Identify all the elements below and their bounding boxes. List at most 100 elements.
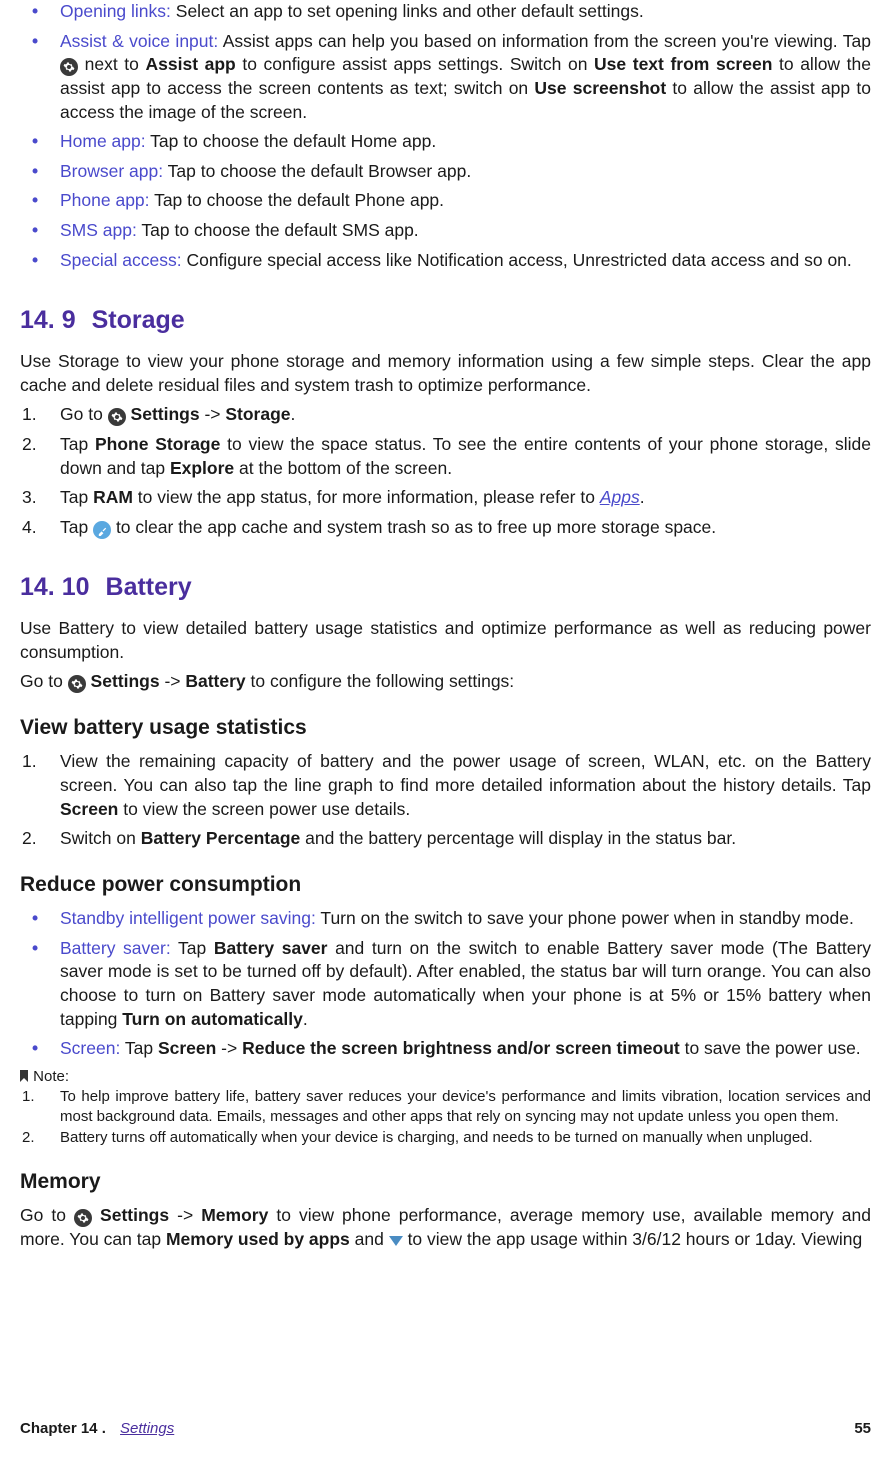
list-item: Assist & voice input: Assist apps can he…: [20, 30, 871, 125]
body-text: to save the power use.: [680, 1038, 861, 1058]
list-item: Special access: Configure special access…: [20, 249, 871, 273]
memory-para: Go to Settings -> Memory to view phone p…: [20, 1204, 871, 1251]
body-text: View the remaining capacity of battery a…: [60, 751, 871, 795]
list-item: SMS app: Tap to choose the default SMS a…: [20, 219, 871, 243]
section-title: Storage: [92, 306, 185, 334]
step-item: View the remaining capacity of battery a…: [20, 750, 871, 821]
body-text: .: [303, 1009, 308, 1029]
bold-ram: RAM: [93, 487, 133, 507]
body-text: at the bottom of the screen.: [234, 458, 452, 478]
body-text: Tap: [60, 517, 93, 537]
body-text: Tap: [60, 487, 93, 507]
body-text: Turn on the switch to save your phone po…: [316, 908, 854, 928]
body-text: and the battery percentage will display …: [300, 828, 736, 848]
bold-settings: Settings: [86, 671, 160, 691]
dropdown-icon: [389, 1236, 403, 1246]
body-text: Configure special access like Notificati…: [182, 250, 852, 270]
bold-turn-on-auto: Turn on automatically: [122, 1009, 303, 1029]
body-text: Go to: [20, 1205, 74, 1225]
body-text: Select an app to set opening links and o…: [171, 1, 644, 21]
bold-use-screenshot: Use screenshot: [534, 78, 666, 98]
bold-settings: Settings: [92, 1205, 169, 1225]
section-storage-heading: 14. 9 Storage: [20, 304, 871, 338]
section-number: 14. 10: [20, 573, 90, 601]
note-list: To help improve battery life, battery sa…: [20, 1087, 871, 1148]
body-text: to view the app usage within 3/6/12 hour…: [403, 1229, 863, 1249]
view-stats-list: View the remaining capacity of battery a…: [20, 750, 871, 851]
page-footer: Chapter 14 . Settings 55: [20, 1419, 871, 1439]
step-item: Go to Settings -> Storage.: [20, 403, 871, 427]
body-text: to clear the app cache and system trash …: [111, 517, 716, 537]
term-special-access: Special access:: [60, 250, 182, 270]
body-text: to view the app status, for more informa…: [133, 487, 600, 507]
storage-intro: Use Storage to view your phone storage a…: [20, 350, 871, 397]
section-number: 14. 9: [20, 306, 76, 334]
body-text: Tap: [60, 434, 95, 454]
body-text: ->: [169, 1205, 201, 1225]
body-text: Tap to choose the default Home app.: [146, 131, 437, 151]
page-number: 55: [854, 1419, 871, 1439]
step-item: Tap RAM to view the app status, for more…: [20, 486, 871, 510]
body-text: Tap: [120, 1038, 158, 1058]
term-home-app: Home app:: [60, 131, 146, 151]
reduce-power-list: Standby intelligent power saving: Turn o…: [20, 907, 871, 1061]
list-item: Standby intelligent power saving: Turn o…: [20, 907, 871, 931]
bold-phone-storage: Phone Storage: [95, 434, 220, 454]
section-battery-heading: 14. 10Battery: [20, 571, 871, 605]
gear-icon: [60, 58, 78, 76]
bold-settings: Settings: [126, 404, 200, 424]
bold-memory: Memory: [201, 1205, 268, 1225]
body-text: ->: [200, 404, 226, 424]
list-item: Screen: Tap Screen -> Reduce the screen …: [20, 1037, 871, 1061]
body-text: Tap to choose the default SMS app.: [137, 220, 419, 240]
link-apps[interactable]: Apps: [600, 487, 640, 507]
bold-battery: Battery: [185, 671, 245, 691]
step-item: Tap Phone Storage to view the space stat…: [20, 433, 871, 480]
note-label: Note:: [20, 1067, 871, 1087]
term-standby-saving: Standby intelligent power saving:: [60, 908, 316, 928]
list-item: Browser app: Tap to choose the default B…: [20, 160, 871, 184]
chapter-label: Chapter 14 .: [20, 1420, 106, 1437]
bold-screen: Screen: [158, 1038, 216, 1058]
broom-icon: [93, 521, 111, 539]
bookmark-icon: [20, 1070, 29, 1082]
bold-screen: Screen: [60, 799, 118, 819]
bold-battery-saver: Battery saver: [214, 938, 328, 958]
body-text: Tap: [171, 938, 214, 958]
term-phone-app: Phone app:: [60, 190, 150, 210]
body-text: Tap to choose the default Browser app.: [163, 161, 471, 181]
term-battery-saver: Battery saver:: [60, 938, 171, 958]
subheading-reduce-power: Reduce power consumption: [20, 871, 871, 899]
body-text: next to: [78, 54, 146, 74]
bold-assist-app: Assist app: [146, 54, 236, 74]
bold-memory-used: Memory used by apps: [166, 1229, 350, 1249]
bold-explore: Explore: [170, 458, 234, 478]
list-item: Phone app: Tap to choose the default Pho…: [20, 189, 871, 213]
body-text: and: [350, 1229, 389, 1249]
footer-link-settings[interactable]: Settings: [120, 1420, 174, 1437]
bold-battery-percentage: Battery Percentage: [141, 828, 301, 848]
gear-icon: [68, 675, 86, 693]
battery-goto: Go to Settings -> Battery to configure t…: [20, 670, 871, 694]
body-text: Tap to choose the default Phone app.: [150, 190, 445, 210]
storage-steps-list: Go to Settings -> Storage. Tap Phone Sto…: [20, 403, 871, 539]
body-text: Switch on: [60, 828, 141, 848]
note-item: To help improve battery life, battery sa…: [20, 1087, 871, 1126]
body-text: to configure assist apps settings. Switc…: [236, 54, 594, 74]
bold-reduce-brightness: Reduce the screen brightness and/or scre…: [242, 1038, 680, 1058]
subheading-memory: Memory: [20, 1168, 871, 1196]
body-text: ->: [160, 671, 186, 691]
note-label-text: Note:: [29, 1068, 69, 1085]
step-item: Switch on Battery Percentage and the bat…: [20, 827, 871, 851]
footer-left: Chapter 14 . Settings: [20, 1419, 174, 1439]
list-item: Battery saver: Tap Battery saver and tur…: [20, 937, 871, 1032]
term-browser-app: Browser app:: [60, 161, 163, 181]
term-screen: Screen:: [60, 1038, 120, 1058]
bold-use-text: Use text from screen: [594, 54, 772, 74]
body-text: .: [640, 487, 645, 507]
default-apps-list: Opening links: Select an app to set open…: [20, 0, 871, 272]
step-item: Tap to clear the app cache and system tr…: [20, 516, 871, 540]
list-item: Home app: Tap to choose the default Home…: [20, 130, 871, 154]
body-text: to configure the following settings:: [246, 671, 515, 691]
body-text: Go to: [60, 404, 108, 424]
